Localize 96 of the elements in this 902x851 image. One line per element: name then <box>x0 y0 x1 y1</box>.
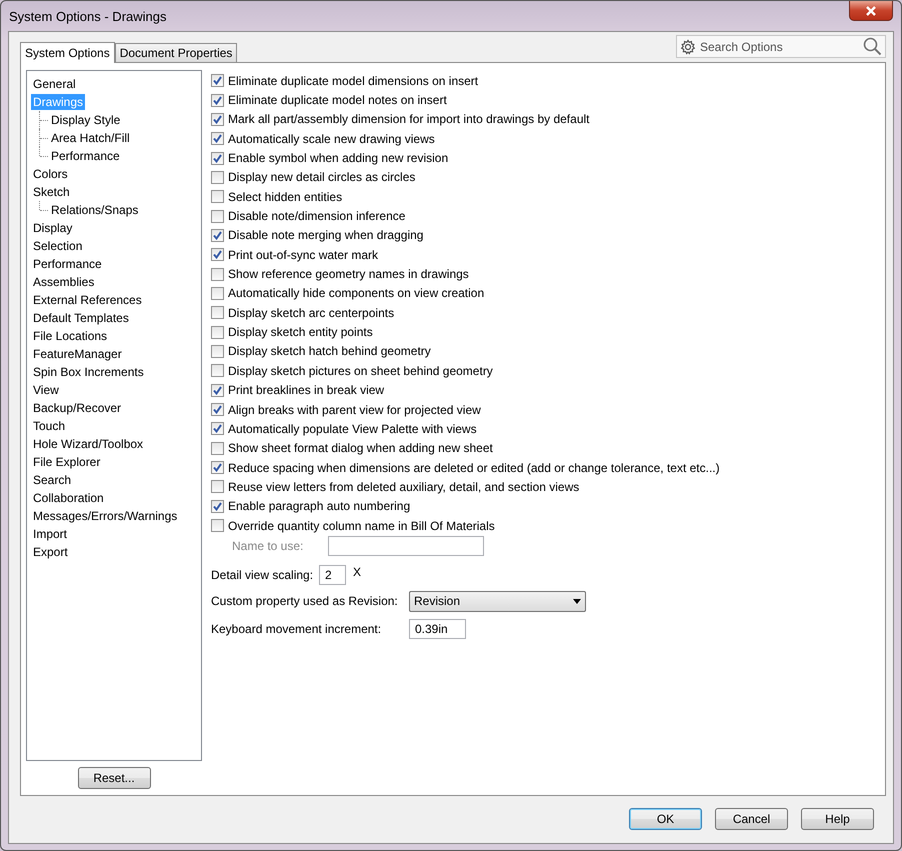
tree-item[interactable]: Export <box>31 544 70 560</box>
dialog-button[interactable]: Help <box>801 808 874 830</box>
checkbox-label: Mark all part/assembly dimension for import into drawings by default <box>228 112 590 126</box>
tree-item[interactable]: Messages/Errors/Warnings <box>31 508 180 524</box>
reset-button[interactable]: Reset... <box>78 767 150 789</box>
checkbox[interactable] <box>211 480 224 494</box>
tree-item[interactable]: Selection <box>31 238 84 254</box>
checkbox[interactable] <box>211 326 224 339</box>
tree-item[interactable]: Touch <box>31 418 68 434</box>
dialog-button[interactable]: OK <box>629 808 702 830</box>
checkbox[interactable] <box>211 461 224 474</box>
checkbox-label: Disable note/dimension inference <box>228 209 406 224</box>
field-label: Keyboard movement increment: <box>211 622 382 636</box>
tree-item[interactable]: Hole Wizard/Toolbox <box>31 436 146 452</box>
checkbox-label: Automatically scale new drawing views <box>228 132 435 146</box>
tree-item[interactable]: Display Style <box>49 112 122 128</box>
checkbox-label: Display sketch hatch behind geometry <box>228 344 431 358</box>
checkbox-label: Reduce spacing when dimensions are deleted or edited (add or change tolerance, text etc...) <box>228 460 720 475</box>
checkbox-label: Select hidden entities <box>228 190 342 204</box>
checkbox[interactable] <box>211 364 224 378</box>
checkbox[interactable] <box>211 306 224 320</box>
checkbox-label: Override quantity column name in Bill Of Materials <box>228 518 495 533</box>
checkbox-label: Show sheet format dialog when adding new sheet <box>228 441 493 456</box>
checkbox-label: Eliminate duplicate model dimensions on insert <box>228 74 478 88</box>
tree-item[interactable]: File Explorer <box>31 454 102 470</box>
checkbox[interactable] <box>211 210 224 223</box>
checkbox-label: Disable note merging when dragging <box>228 228 424 242</box>
checkbox[interactable] <box>211 384 224 397</box>
tree-item[interactable]: File Locations <box>31 328 110 344</box>
checkbox[interactable] <box>211 268 224 281</box>
checkbox[interactable] <box>211 74 224 88</box>
field-label: Custom property used as Revision: <box>211 594 399 608</box>
tree-item[interactable]: Sketch <box>31 184 72 200</box>
gear-icon <box>680 38 696 54</box>
tree-item[interactable]: Area Hatch/Fill <box>49 130 132 146</box>
checkbox[interactable] <box>211 500 224 513</box>
tree-item[interactable]: Search <box>31 472 74 488</box>
tree-item[interactable]: View <box>31 382 61 398</box>
checkbox[interactable] <box>211 112 224 126</box>
tree-item[interactable]: Performance <box>49 148 122 164</box>
checkbox[interactable] <box>211 442 224 455</box>
revision-dropdown[interactable]: Revision <box>409 590 586 612</box>
checkbox[interactable] <box>211 344 224 358</box>
close-button[interactable] <box>849 1 893 21</box>
search-icon <box>863 37 882 56</box>
checkbox-label: Enable symbol when adding new revision <box>228 151 448 166</box>
checkbox[interactable] <box>211 132 224 146</box>
tab[interactable]: Document Properties <box>114 43 238 62</box>
checkbox-label: Display sketch pictures on sheet behind geometry <box>228 364 493 378</box>
tree-item[interactable]: Display <box>31 220 74 236</box>
tree-item[interactable]: Default Templates <box>31 310 131 326</box>
checkbox-label: Print out-of-sync water mark <box>228 248 378 262</box>
search-box[interactable]: Search Options <box>676 35 886 58</box>
window-title: System Options - Drawings <box>8 8 166 26</box>
tree-item[interactable]: Colors <box>31 166 70 182</box>
checkbox[interactable] <box>211 94 224 107</box>
tree-item[interactable]: FeatureManager <box>31 346 124 362</box>
checkbox[interactable] <box>211 190 224 204</box>
checkbox-label: Display new detail circles as circles <box>228 170 416 184</box>
checkbox[interactable] <box>211 519 224 532</box>
checkbox[interactable] <box>211 228 224 242</box>
checkbox-label: Align breaks with parent view for projected view <box>228 402 481 417</box>
tree-item[interactable]: Collaboration <box>31 490 106 506</box>
tree-item[interactable]: External References <box>31 292 144 308</box>
checkbox-label: Display sketch entity points <box>228 325 373 340</box>
search-field[interactable]: Search Options <box>700 40 859 54</box>
tree-item[interactable]: Assemblies <box>31 274 96 290</box>
checkbox[interactable] <box>211 248 224 262</box>
tab[interactable]: System Options <box>20 42 115 63</box>
tree-item[interactable]: Backup/Recover <box>31 400 124 416</box>
checkbox[interactable] <box>211 286 224 300</box>
tree-item[interactable]: Spin Box Increments <box>31 364 146 380</box>
dialog-button[interactable]: Cancel <box>715 808 788 830</box>
field-label: Name to use: <box>232 539 304 554</box>
checkbox-label: Eliminate duplicate model notes on insert <box>228 93 447 108</box>
unit-label: X <box>353 565 362 580</box>
field-label: Detail view scaling: <box>211 568 314 582</box>
checkbox-label: Print breaklines in break view <box>228 383 384 398</box>
tree-item[interactable]: Import <box>31 526 70 542</box>
checkbox[interactable] <box>211 403 224 416</box>
checkbox-label: Show reference geometry names in drawings <box>228 267 469 282</box>
tree-item[interactable]: Relations/Snaps <box>49 202 140 218</box>
close-icon <box>865 6 877 16</box>
increment-field[interactable]: 0.39in <box>409 619 466 640</box>
scaling-field[interactable]: 2 <box>319 565 346 586</box>
checkbox-label: Enable paragraph auto numbering <box>228 499 410 514</box>
checkbox-label: Reuse view letters from deleted auxiliary, detail, and section views <box>228 480 580 494</box>
checkbox-label: Automatically hide components on view creation <box>228 286 484 300</box>
checkbox[interactable] <box>211 152 224 165</box>
checkbox-label: Automatically populate View Palette with views <box>228 422 477 436</box>
tree-item[interactable]: General <box>31 76 78 92</box>
checkbox-label: Display sketch arc centerpoints <box>228 306 394 320</box>
caret-icon <box>573 598 581 604</box>
tree-item[interactable]: Performance <box>31 256 104 272</box>
checkbox[interactable] <box>211 170 224 184</box>
checkbox[interactable] <box>211 422 224 436</box>
